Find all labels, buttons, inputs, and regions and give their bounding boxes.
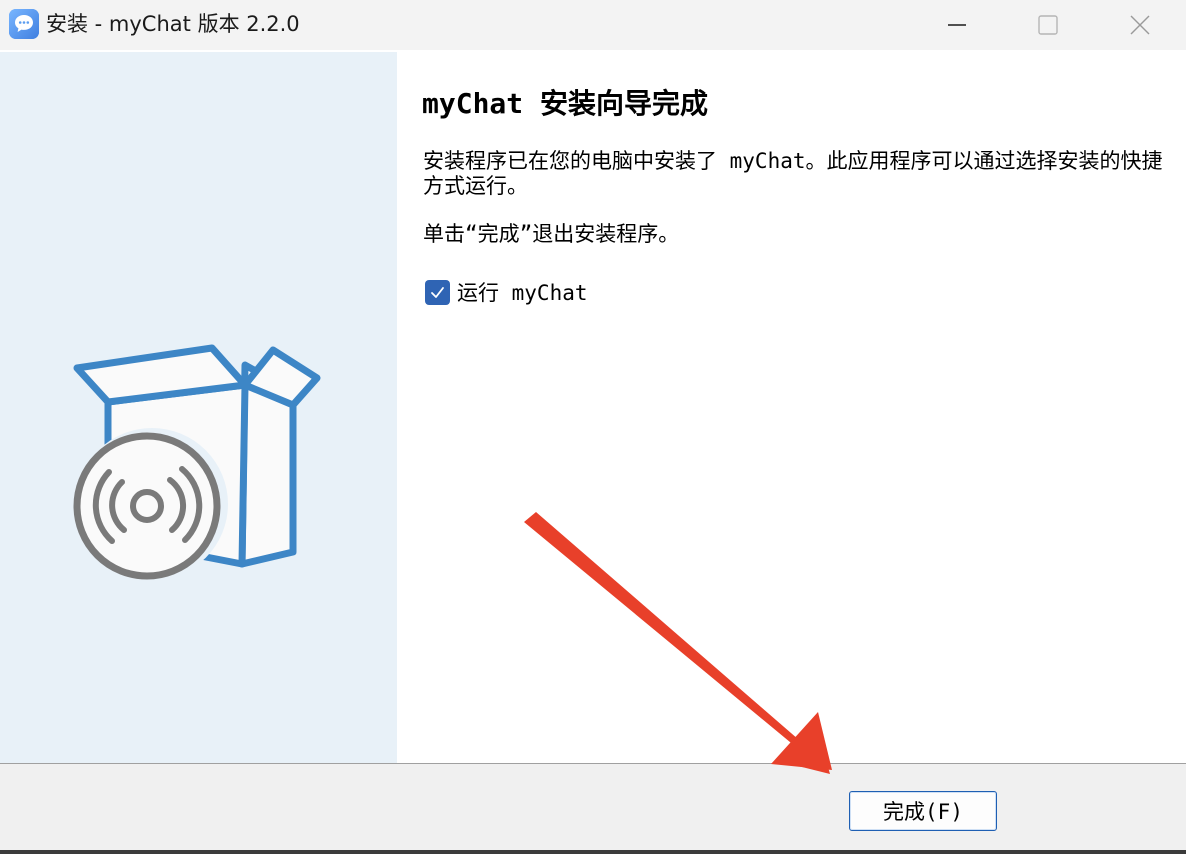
installer-window: 安装 - myChat 版本 2.2.0 myChat 安装向导完成 安装程序已…	[0, 0, 1186, 854]
finish-button[interactable]: 完成(F)	[849, 791, 997, 831]
window-bottom-edge	[0, 850, 1186, 854]
chat-bubble-icon	[9, 9, 39, 39]
run-app-checkbox[interactable]	[425, 279, 450, 305]
completion-description: 安装程序已在您的电脑中安装了 myChat。此应用程序可以通过选择安装的快捷方式…	[423, 149, 1163, 198]
checkmark-icon	[431, 286, 444, 298]
wizard-content: myChat 安装向导完成 安装程序已在您的电脑中安装了 myChat。此应用程…	[397, 52, 1186, 763]
wizard-banner	[0, 52, 397, 763]
page-title: myChat 安装向导完成	[422, 87, 709, 120]
minimize-button[interactable]	[911, 0, 1003, 50]
installer-box-disc-icon	[73, 344, 321, 580]
finish-hint: 单击“完成”退出安装程序。	[423, 222, 680, 246]
maximize-icon	[1038, 15, 1058, 35]
close-button[interactable]	[1094, 0, 1186, 50]
window-title: 安装 - myChat 版本 2.2.0	[46, 12, 300, 36]
minimize-icon	[948, 24, 966, 26]
run-app-option[interactable]: 运行 myChat	[425, 278, 588, 306]
close-icon	[1130, 15, 1150, 35]
run-app-label[interactable]: 运行 myChat	[457, 277, 588, 307]
title-bar[interactable]: 安装 - myChat 版本 2.2.0	[0, 0, 1186, 50]
wizard-footer: 完成(F)	[0, 763, 1186, 854]
maximize-button[interactable]	[1002, 0, 1094, 50]
